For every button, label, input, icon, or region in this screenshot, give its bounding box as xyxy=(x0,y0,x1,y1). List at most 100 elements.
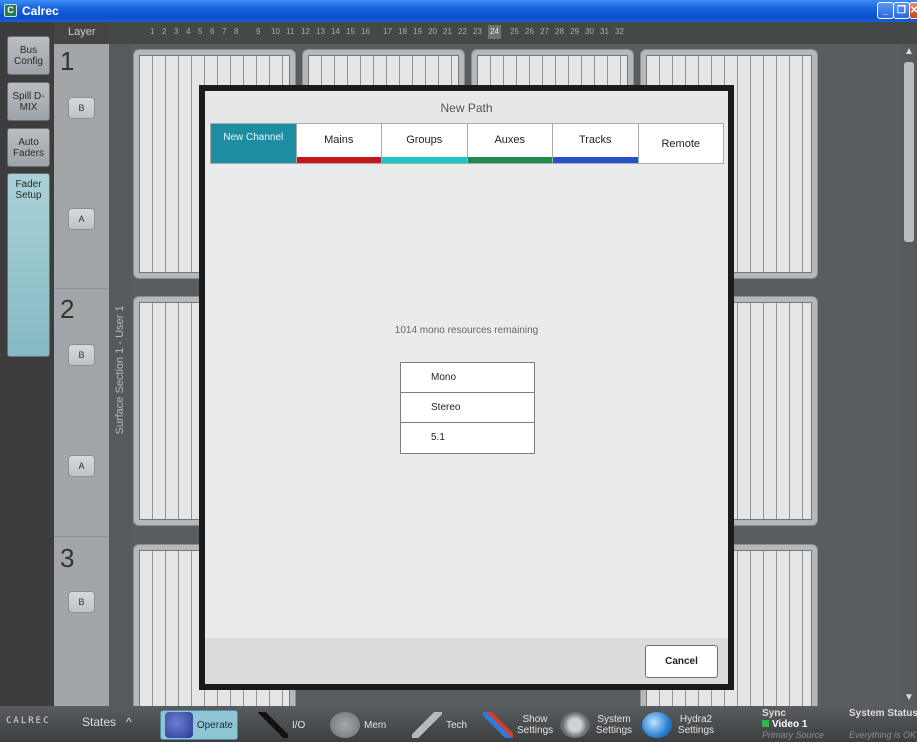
restore-button[interactable]: ❐ xyxy=(893,2,910,19)
layer-3-b-button[interactable]: B xyxy=(68,591,95,613)
spill-dmix-button[interactable]: Spill D-MIX xyxy=(7,82,50,121)
fader-setup-button[interactable]: Fader Setup xyxy=(7,173,50,357)
fader-number-2[interactable]: 2 xyxy=(162,27,166,36)
tab-label: Mains xyxy=(324,134,354,146)
fader-number-23[interactable]: 23 xyxy=(473,27,482,36)
format-option-5-1[interactable]: 5.1 xyxy=(401,423,534,453)
fader-number-16[interactable]: 16 xyxy=(361,27,370,36)
system-status-title: System Status xyxy=(849,708,917,719)
fader-number-1[interactable]: 1 xyxy=(150,27,154,36)
layer-1-a-button[interactable]: A xyxy=(68,208,95,230)
fader-number-24[interactable]: 24 xyxy=(488,25,501,39)
fader-number-11[interactable]: 11 xyxy=(286,27,294,36)
chevron-up-icon: ^ xyxy=(119,715,132,729)
system-settings-button[interactable]: System Settings xyxy=(560,710,634,740)
format-option-stereo[interactable]: Stereo xyxy=(401,393,534,423)
mem-label: Mem xyxy=(364,719,387,731)
scroll-up-icon[interactable]: ▲ xyxy=(901,44,917,60)
fader-number-17[interactable]: 17 xyxy=(383,27,392,36)
scrollbar-thumb[interactable] xyxy=(904,62,914,242)
fader-number-31[interactable]: 31 xyxy=(600,27,609,36)
states-button[interactable]: States ^ xyxy=(82,715,132,729)
surface-section-label: Surface Section 1 - User 1 xyxy=(114,305,126,435)
fader-number-4[interactable]: 4 xyxy=(186,27,190,36)
window-title: Calrec xyxy=(22,4,59,18)
io-button[interactable]: I/O xyxy=(258,710,305,740)
fader-number-27[interactable]: 27 xyxy=(540,27,549,36)
fader-number-15[interactable]: 15 xyxy=(346,27,355,36)
fader-number-10[interactable]: 10 xyxy=(271,27,280,36)
fader-number-9[interactable]: 9 xyxy=(256,27,260,36)
tab-tracks[interactable]: Tracks xyxy=(553,123,639,164)
fader-number-7[interactable]: 7 xyxy=(222,27,226,36)
cancel-button[interactable]: Cancel xyxy=(645,645,718,678)
fader-number-13[interactable]: 13 xyxy=(316,27,325,36)
auto-faders-button[interactable]: Auto Faders xyxy=(7,128,50,167)
hydra2-settings-button[interactable]: Hydra2 Settings xyxy=(642,710,716,740)
layer-2-a-button[interactable]: A xyxy=(68,455,95,477)
wrench-icon xyxy=(412,712,442,738)
io-label: I/O xyxy=(292,719,306,731)
fader-number-32[interactable]: 32 xyxy=(615,27,624,36)
memory-stack-icon xyxy=(330,712,360,738)
layer-header: Layer xyxy=(54,22,109,44)
fader-number-3[interactable]: 3 xyxy=(174,27,178,36)
tab-color-bar xyxy=(382,157,467,163)
dialog-footer: Cancel xyxy=(205,638,728,684)
minimize-button[interactable]: _ xyxy=(877,2,894,19)
system-settings-label: System Settings xyxy=(595,714,633,736)
path-type-tabs: New Channel Mains Groups Auxes Tracks Re… xyxy=(210,123,724,164)
layer-2-b-button[interactable]: B xyxy=(68,344,95,366)
people-icon xyxy=(165,712,193,738)
fader-number-18[interactable]: 18 xyxy=(398,27,407,36)
calrec-logo: CALREC xyxy=(6,716,51,726)
tab-remote[interactable]: Remote xyxy=(638,123,724,164)
tab-color-bar xyxy=(467,157,552,163)
bus-config-button[interactable]: Bus Config xyxy=(7,36,50,75)
tab-label: Groups xyxy=(406,134,443,146)
states-label: States xyxy=(82,715,117,729)
layer-1-b-button[interactable]: B xyxy=(68,97,95,119)
fader-number-14[interactable]: 14 xyxy=(331,27,340,36)
tab-auxes[interactable]: Auxes xyxy=(467,123,553,164)
vertical-scrollbar[interactable]: ▲ ▼ xyxy=(901,44,917,706)
title-bar: C Calrec _ ❐ ✕ xyxy=(0,0,917,22)
fader-number-25[interactable]: 25 xyxy=(510,27,519,36)
fader-number-30[interactable]: 30 xyxy=(585,27,594,36)
fader-number-28[interactable]: 28 xyxy=(555,27,564,36)
operate-button[interactable]: Operate xyxy=(160,710,238,740)
fader-number-20[interactable]: 20 xyxy=(428,27,437,36)
fader-number-8[interactable]: 8 xyxy=(234,27,238,36)
tab-color-bar xyxy=(296,157,381,163)
show-settings-label: Show Settings xyxy=(517,714,554,736)
sync-title: Sync xyxy=(762,708,786,719)
operate-label: Operate xyxy=(196,719,233,731)
sync-status[interactable]: Sync Video 1 Primary Source xyxy=(762,708,824,741)
close-button[interactable]: ✕ xyxy=(909,2,917,19)
fader-number-12[interactable]: 12 xyxy=(301,27,310,36)
resources-remaining-text: 1014 mono resources remaining xyxy=(394,325,539,336)
system-status[interactable]: System Status Everything is OK xyxy=(849,708,917,741)
tab-label: Auxes xyxy=(494,134,526,146)
tab-label: Remote xyxy=(661,138,701,150)
tech-button[interactable]: Tech xyxy=(412,710,467,740)
left-sidebar: Bus Config Spill D-MIX Auto Faders Fader… xyxy=(0,22,54,706)
fader-number-6[interactable]: 6 xyxy=(210,27,214,36)
show-settings-button[interactable]: Show Settings xyxy=(483,710,553,740)
fader-number-19[interactable]: 19 xyxy=(413,27,422,36)
format-option-mono[interactable]: Mono xyxy=(401,363,534,393)
sync-ok-icon xyxy=(762,720,769,727)
tab-mains[interactable]: Mains xyxy=(296,123,382,164)
fader-number-26[interactable]: 26 xyxy=(525,27,534,36)
scroll-down-icon[interactable]: ▼ xyxy=(901,690,917,706)
mem-button[interactable]: Mem xyxy=(330,710,386,740)
fader-number-22[interactable]: 22 xyxy=(458,27,467,36)
fader-number-21[interactable]: 21 xyxy=(443,27,452,36)
tab-groups[interactable]: Groups xyxy=(382,123,468,164)
tab-label: New Channel xyxy=(223,132,284,143)
fader-number-5[interactable]: 5 xyxy=(198,27,202,36)
bottom-toolbar: CALREC States ^ Operate I/O Mem Tech Sho… xyxy=(0,706,917,742)
tab-new-channel[interactable]: New Channel xyxy=(210,123,297,164)
fader-number-29[interactable]: 29 xyxy=(570,27,579,36)
sync-subtext: Primary Source xyxy=(762,730,825,740)
